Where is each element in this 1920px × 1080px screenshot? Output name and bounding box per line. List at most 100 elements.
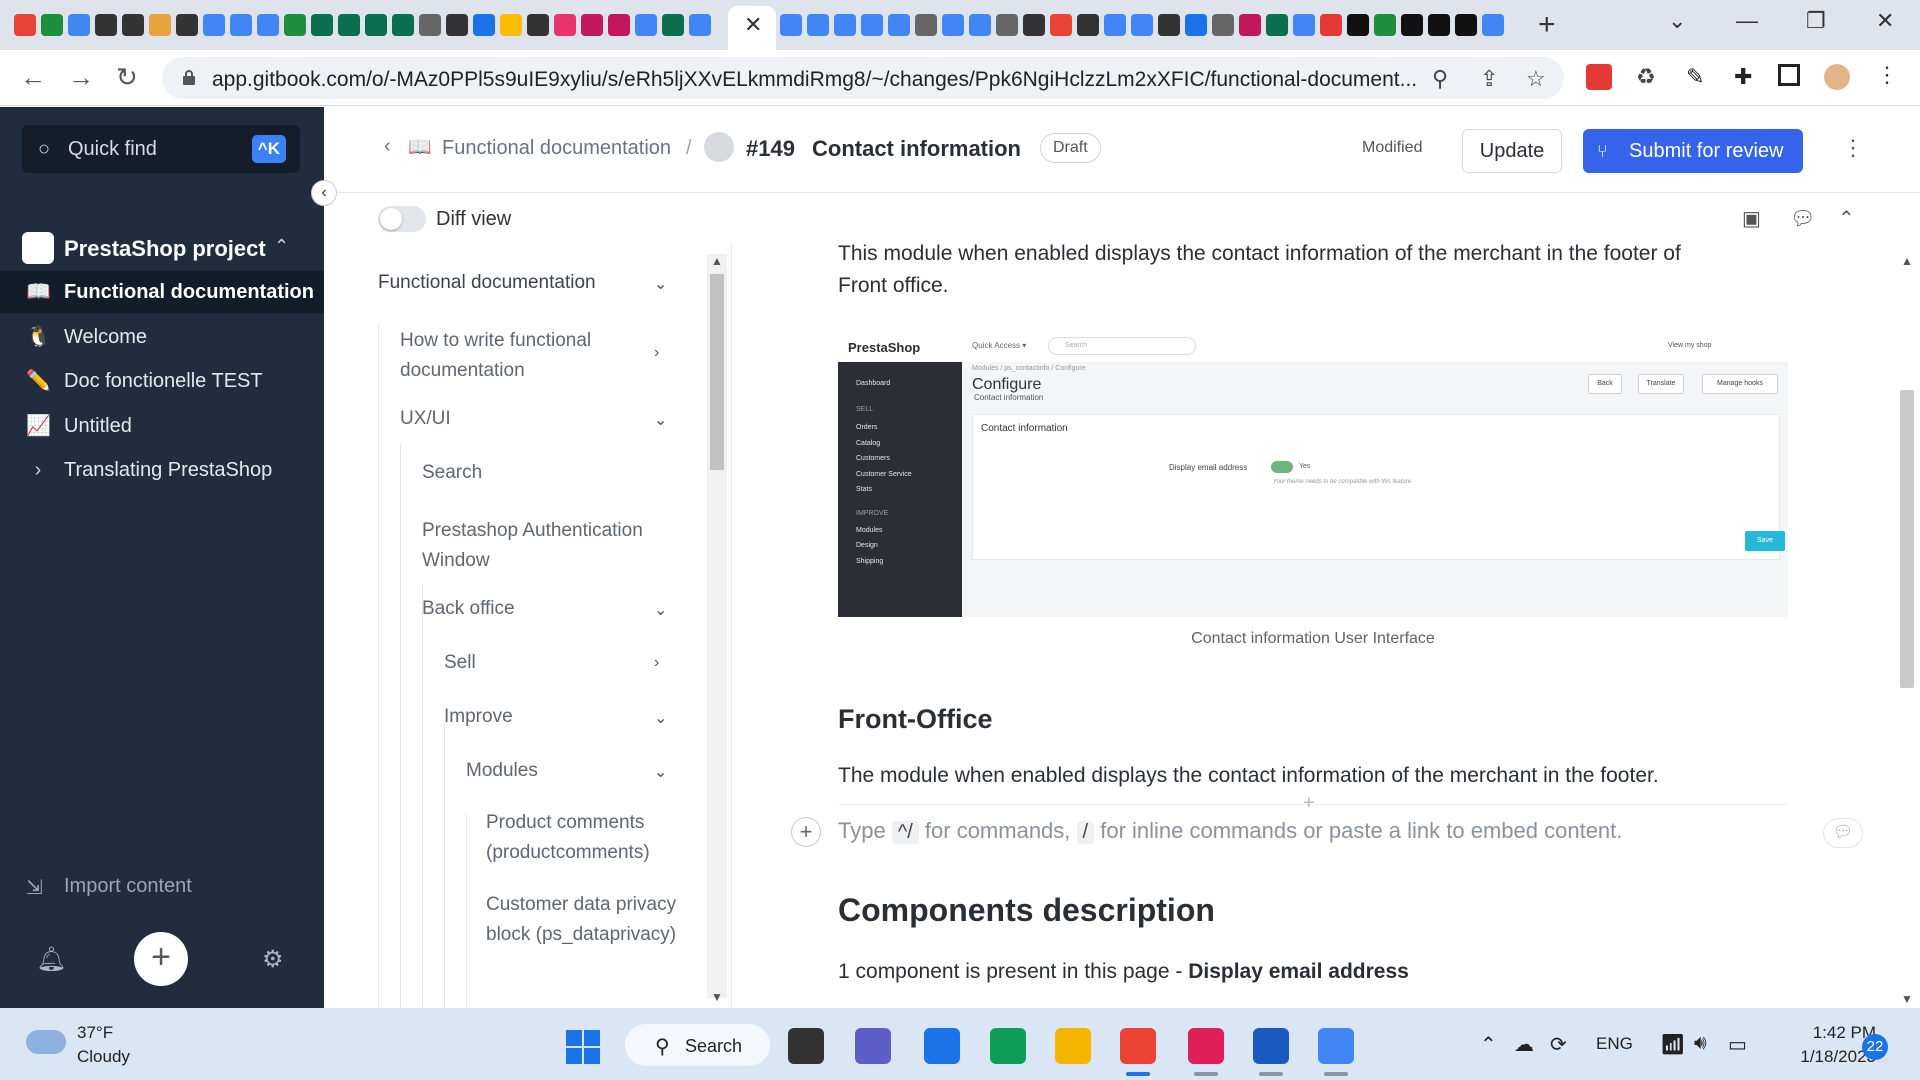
bookmark-star-icon[interactable]: ☆ — [1526, 66, 1546, 92]
windows-start-icon[interactable] — [566, 1030, 600, 1064]
tree-item[interactable]: Functional documentation — [378, 268, 698, 298]
tree-scrollbar-thumb[interactable] — [710, 274, 724, 470]
url-text[interactable]: app.gitbook.com/o/-MAz0PPl5s9uIE9xyliu/s… — [212, 68, 1417, 92]
tab-favicon[interactable] — [1455, 14, 1477, 36]
tab-favicon[interactable] — [1131, 14, 1153, 36]
tab-favicon[interactable] — [969, 14, 991, 36]
omnibox[interactable]: app.gitbook.com/o/-MAz0PPl5s9uIE9xyliu/s… — [162, 57, 1564, 99]
tab-favicon[interactable] — [338, 14, 360, 36]
components-paragraph[interactable]: 1 component is present in this page - Di… — [838, 956, 1409, 988]
tree-item[interactable]: Search — [422, 458, 662, 488]
image-icon[interactable]: ▣ — [1742, 206, 1761, 231]
insert-block-icon[interactable]: + — [1303, 792, 1315, 815]
tab-favicon[interactable] — [527, 14, 549, 36]
submit-for-review-button[interactable]: ⑂ Submit for review — [1583, 129, 1803, 173]
tab-favicon[interactable] — [1212, 14, 1234, 36]
tab-favicon[interactable] — [149, 14, 171, 36]
tree-item[interactable]: UX/UI — [400, 404, 660, 434]
taskbar-app-icon[interactable] — [1055, 1028, 1091, 1064]
profile-avatar[interactable] — [1824, 64, 1850, 90]
tab-favicon[interactable] — [1320, 14, 1342, 36]
figure-caption[interactable]: Contact information User Interface — [838, 630, 1788, 648]
taskbar-app-icon[interactable] — [990, 1028, 1026, 1064]
tab-favicon[interactable] — [311, 14, 333, 36]
add-block-button[interactable]: + — [791, 817, 821, 847]
breadcrumb-space[interactable]: Functional documentation — [442, 137, 671, 160]
chevron-up-icon[interactable]: ⌃ — [1480, 1032, 1497, 1057]
tab-favicon[interactable] — [662, 14, 684, 36]
sidebar-item[interactable]: 🐧 Welcome — [0, 316, 324, 358]
browser-menu-icon[interactable]: ⋮ — [1876, 62, 1902, 88]
tree-item[interactable]: Improve — [444, 702, 664, 732]
tab-favicon[interactable] — [500, 14, 522, 36]
tab-favicon[interactable] — [365, 14, 387, 36]
chevron-down-icon[interactable]: ⌄ — [654, 410, 667, 430]
tab-favicon[interactable] — [915, 14, 937, 36]
close-window-icon[interactable]: ✕ — [1876, 8, 1894, 34]
change-request-title[interactable]: Contact information — [812, 136, 1021, 162]
create-button[interactable]: + — [134, 932, 188, 986]
screenshot-figure[interactable]: PrestaShop Quick Access ▾ Search View my… — [838, 332, 1788, 617]
quick-find-button[interactable]: ○ Quick find ^K — [22, 125, 300, 173]
front-office-paragraph[interactable]: The module when enabled displays the con… — [838, 760, 1659, 792]
tab-favicon[interactable] — [1401, 14, 1423, 36]
chevron-right-icon[interactable]: › — [654, 654, 659, 672]
chevron-down-icon[interactable]: ⌄ — [654, 708, 667, 728]
share-icon[interactable]: ⇪ — [1480, 66, 1498, 92]
empty-block-placeholder[interactable]: Type ^/ for commands, / for inline comma… — [838, 818, 1622, 844]
recycle-extension-icon[interactable]: ♻ — [1636, 64, 1662, 90]
space-switcher[interactable]: PrestaShop project ⌃ — [22, 228, 302, 268]
tab-favicon[interactable] — [1293, 14, 1315, 36]
new-tab-button[interactable]: + — [1538, 8, 1556, 42]
content-scroll-down-icon[interactable]: ▼ — [1901, 992, 1913, 1006]
tab-favicon[interactable] — [1023, 14, 1045, 36]
bell-icon[interactable]: 🔔︎ — [36, 945, 66, 974]
weather-condition[interactable]: Cloudy — [77, 1047, 130, 1067]
tab-favicon[interactable] — [942, 14, 964, 36]
reload-icon[interactable]: ↻ — [116, 62, 138, 93]
close-tab-icon[interactable]: ✕ — [744, 12, 762, 38]
import-content-button[interactable]: ⇲ Import content — [26, 875, 192, 900]
sidebar-item[interactable]: ✏️ Doc fonctionelle TEST — [0, 360, 324, 402]
diff-view-toggle[interactable] — [378, 206, 426, 232]
tree-item[interactable]: Back office — [422, 594, 662, 624]
tab-favicon[interactable] — [1050, 14, 1072, 36]
tab-favicon[interactable] — [446, 14, 468, 36]
chevron-down-icon[interactable]: ⌄ — [654, 762, 667, 782]
taskbar-app-icon[interactable] — [855, 1028, 891, 1064]
sidebar-item[interactable]: 📈 Untitled — [0, 405, 324, 447]
content-scroll-up-icon[interactable]: ▲ — [1901, 254, 1913, 268]
tab-favicon[interactable] — [554, 14, 576, 36]
chevron-down-icon[interactable]: ⌄ — [654, 274, 667, 294]
wifi-icon[interactable]: 📶︎ — [1660, 1032, 1685, 1057]
tree-item[interactable]: Modules — [466, 756, 666, 786]
tab-favicon[interactable] — [1482, 14, 1504, 36]
tab-favicon[interactable] — [581, 14, 603, 36]
extension-icon[interactable] — [1586, 64, 1612, 90]
tab-favicon[interactable] — [780, 14, 802, 36]
clock-date[interactable]: 1/18/2023 — [1772, 1047, 1876, 1067]
taskbar-app-icon[interactable] — [1188, 1028, 1224, 1064]
tab-favicon[interactable] — [861, 14, 883, 36]
tab-favicon[interactable] — [996, 14, 1018, 36]
restore-icon[interactable]: ❐ — [1806, 8, 1826, 34]
collapse-sidebar-button[interactable]: ‹ — [311, 180, 337, 206]
chevron-down-icon[interactable]: ⌄ — [654, 600, 667, 620]
tab-search-icon[interactable]: ⌄ — [1668, 8, 1686, 34]
tree-item[interactable]: Prestashop Authentication Window — [422, 516, 662, 576]
tab-favicon[interactable] — [230, 14, 252, 36]
onedrive-icon[interactable]: ☁ — [1514, 1032, 1534, 1057]
extensions-puzzle-icon[interactable]: ✚ — [1734, 64, 1760, 90]
tab-favicon[interactable] — [1158, 14, 1180, 36]
minimize-icon[interactable]: — — [1736, 8, 1758, 34]
volume-icon[interactable]: 🔊︎ — [1694, 1032, 1707, 1055]
tab-favicon[interactable] — [834, 14, 856, 36]
tab-favicon[interactable] — [392, 14, 414, 36]
tab-favicon[interactable] — [257, 14, 279, 36]
tab-favicon[interactable] — [1428, 14, 1450, 36]
cloud-icon[interactable] — [26, 1030, 66, 1054]
forward-icon[interactable]: → — [68, 62, 94, 93]
tab-favicon[interactable] — [14, 14, 36, 36]
sidebar-item[interactable]: › Translating PrestaShop — [0, 449, 324, 491]
tab-favicon[interactable] — [176, 14, 198, 36]
